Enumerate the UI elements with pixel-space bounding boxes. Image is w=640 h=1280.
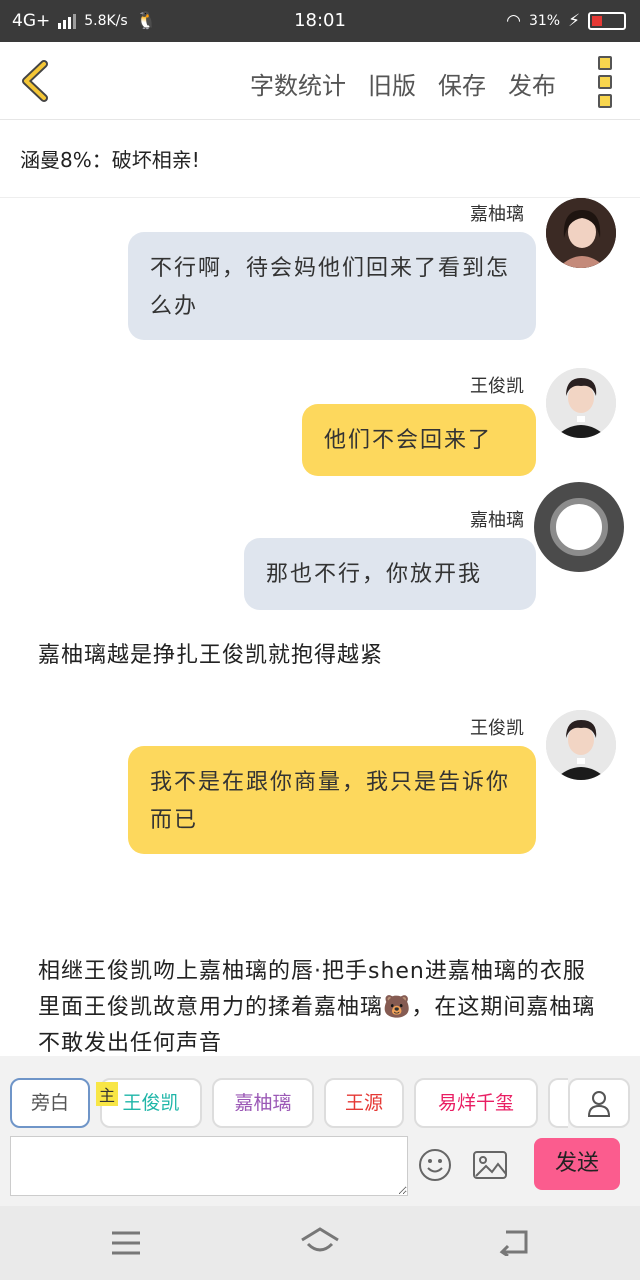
user-icon	[587, 1091, 611, 1117]
chip-partial[interactable]	[548, 1078, 568, 1128]
top-bar: 字数统计 旧版 保存 发布	[0, 42, 640, 120]
old-version-button[interactable]: 旧版	[368, 66, 416, 101]
chip-narrator[interactable]: 旁白	[10, 1078, 90, 1128]
chip-character[interactable]: 易烊千玺	[414, 1078, 538, 1128]
sender-name: 王俊凯	[470, 718, 524, 739]
character-bar: 旁白 主 王俊凯 嘉柚璃 王源 易烊千玺	[0, 1056, 640, 1130]
charging-icon: ⚡	[568, 11, 580, 31]
system-nav-bar	[0, 1206, 640, 1280]
sender-name: 嘉柚璃	[470, 510, 524, 531]
avatar[interactable]	[546, 198, 616, 268]
avatar[interactable]	[546, 368, 616, 438]
message-bubble[interactable]: 我不是在跟你商量，我只是告诉你而已	[128, 746, 536, 854]
save-button[interactable]: 保存	[438, 66, 486, 101]
message-input[interactable]	[10, 1136, 408, 1196]
narration-text: 嘉柚璃越是挣扎王俊凯就抱得越紧	[38, 643, 384, 668]
input-bar: 发送	[0, 1130, 640, 1206]
back-nav-icon[interactable]	[498, 1228, 530, 1256]
main-role-tag: 主	[96, 1082, 119, 1106]
battery-icon	[588, 12, 626, 30]
battery-percent: 31%	[528, 13, 561, 29]
back-arrow-icon[interactable]	[16, 60, 56, 102]
message-bubble[interactable]: 那也不行，你放开我	[244, 538, 536, 610]
chip-character[interactable]: 王源	[324, 1078, 404, 1128]
avatar[interactable]	[546, 710, 616, 780]
story-info: 涵曼8%：破坏相亲!	[0, 120, 640, 198]
chat-area[interactable]: 嘉柚璃 不行啊，待会妈他们回来了看到怎么办 王俊凯 他们不会回来了 嘉柚璃 那也…	[0, 198, 640, 1056]
publish-button[interactable]: 发布	[508, 66, 556, 101]
add-character-button[interactable]	[568, 1078, 630, 1128]
home-icon[interactable]	[298, 1226, 342, 1256]
emoji-icon[interactable]	[418, 1148, 452, 1182]
word-count-button[interactable]: 字数统计	[250, 66, 346, 101]
message-bubble[interactable]: 他们不会回来了	[302, 404, 536, 476]
more-options-icon[interactable]	[598, 56, 614, 108]
image-icon[interactable]	[472, 1150, 508, 1180]
wifi-icon: ◠	[506, 11, 521, 31]
menu-icon[interactable]	[110, 1230, 142, 1256]
narration-text: 相继王俊凯吻上嘉柚璃的唇·把手shen进嘉柚璃的衣服里面王俊凯故意用力的揉着嘉柚…	[38, 959, 596, 1056]
floating-assistive-button[interactable]	[534, 482, 624, 572]
sender-name: 王俊凯	[470, 376, 524, 397]
sender-name: 嘉柚璃	[470, 204, 524, 225]
send-button[interactable]: 发送	[534, 1138, 620, 1190]
message-bubble[interactable]: 不行啊，待会妈他们回来了看到怎么办	[128, 232, 536, 340]
top-menu: 字数统计 旧版 保存 发布	[250, 66, 556, 101]
chip-character[interactable]: 嘉柚璃	[212, 1078, 314, 1128]
status-bar: 4G+ 5.8K/s 🐧 18:01 ◠ 31% ⚡	[0, 0, 640, 42]
